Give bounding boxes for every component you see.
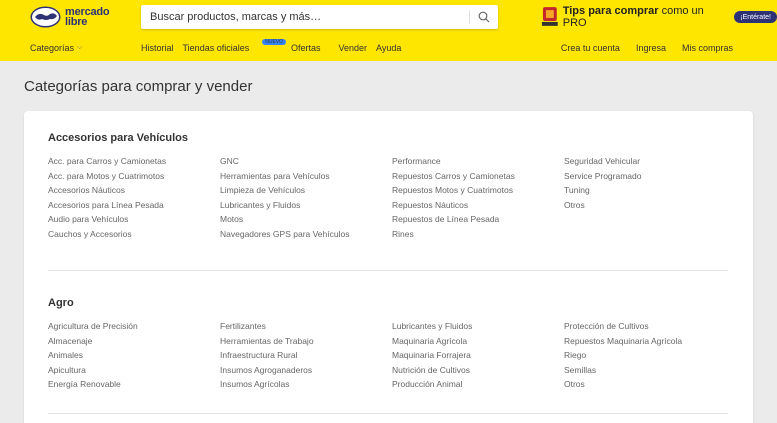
- promo-cta-button[interactable]: ¡Entérate!: [734, 11, 777, 23]
- subcategory-column: Lubricantes y Fluidos Maquinaria Agrícol…: [392, 319, 564, 389]
- subcategory-link[interactable]: Apicultura: [48, 363, 220, 378]
- search-icon: [478, 11, 490, 23]
- subcategory-column: Protección de Cultivos Repuestos Maquina…: [564, 319, 736, 389]
- subcategory-link[interactable]: Repuestos Náuticos: [392, 198, 564, 213]
- subcategory-link[interactable]: Repuestos Motos y Cuatrimotos: [392, 183, 564, 198]
- subcategory-column: Fertilizantes Herramientas de Trabajo In…: [220, 319, 392, 389]
- subcategory-link[interactable]: Motos: [220, 212, 392, 227]
- categories-label: Categorías: [30, 43, 75, 53]
- promo-bold-text: Tips para comprar: [562, 5, 659, 17]
- search-input[interactable]: [150, 5, 465, 29]
- subcategory-link[interactable]: Animales: [48, 348, 220, 363]
- subcategory-column: Seguridad Vehicular Service Programado T…: [564, 154, 736, 210]
- create-account-link[interactable]: Crea tu cuenta: [561, 43, 620, 53]
- subcategory-link[interactable]: Otros: [564, 198, 736, 213]
- section-divider: [48, 270, 728, 271]
- subcategory-link[interactable]: Maquinaria Forrajera: [392, 348, 564, 363]
- handshake-logo-icon: [30, 6, 61, 28]
- subcategory-link[interactable]: Agricultura de Precisión: [48, 319, 220, 334]
- subcategory-link[interactable]: Limpieza de Vehículos: [220, 183, 392, 198]
- subcategory-link[interactable]: Herramientas de Trabajo: [220, 334, 392, 349]
- logo-wordmark: mercado libre: [65, 7, 110, 28]
- subcategory-link[interactable]: GNC: [220, 154, 392, 169]
- subcategory-column: Acc. para Carros y Camionetas Acc. para …: [48, 154, 220, 239]
- logo-line-2: libre: [65, 16, 88, 28]
- subcategory-column: GNC Herramientas para Vehículos Limpieza…: [220, 154, 392, 239]
- subcategory-link[interactable]: Semillas: [564, 363, 736, 378]
- categories-card: Accesorios para Vehículos Acc. para Carr…: [24, 111, 753, 423]
- login-link[interactable]: Ingresa: [636, 43, 666, 53]
- subcategory-link[interactable]: Lubricantes y Fluidos: [392, 319, 564, 334]
- subcategory-link[interactable]: Nutrición de Cultivos: [392, 363, 564, 378]
- subcategory-link[interactable]: Tuning: [564, 183, 736, 198]
- subcategory-link[interactable]: Otros: [564, 377, 736, 392]
- subcategory-link[interactable]: Service Programado: [564, 169, 736, 184]
- subcategory-link[interactable]: Accesorios Náuticos: [48, 183, 220, 198]
- subcategory-link[interactable]: Herramientas para Vehículos: [220, 169, 392, 184]
- subcategory-link[interactable]: Repuestos Carros y Camionetas: [392, 169, 564, 184]
- subcategory-link[interactable]: Energía Renovable: [48, 377, 220, 392]
- page-title: Categorías para comprar y vender: [24, 78, 253, 95]
- subcategory-link[interactable]: Producción Animal: [392, 377, 564, 392]
- subcategory-link[interactable]: Riego: [564, 348, 736, 363]
- main-nav: Historial Tiendas oficiales NUEVO Ofertas…: [141, 39, 410, 54]
- nav-tiendas-oficiales[interactable]: Tiendas oficiales: [183, 43, 250, 54]
- subcategory-link[interactable]: Insumos Agrícolas: [220, 377, 392, 392]
- promo-tag-icon: [541, 7, 558, 26]
- section-title[interactable]: Agro: [48, 297, 728, 309]
- pro-tips-promo[interactable]: Tips para comprar como un PRO ¡Entérate!: [541, 5, 777, 29]
- subcategory-link[interactable]: Rines: [392, 227, 564, 242]
- subcategory-link[interactable]: Acc. para Carros y Camionetas: [48, 154, 220, 169]
- nav-ofertas[interactable]: NUEVO Ofertas: [258, 39, 329, 54]
- nav-ofertas-label: Ofertas: [291, 43, 321, 53]
- my-purchases-link[interactable]: Mis compras: [682, 43, 733, 53]
- section-divider: [48, 413, 728, 414]
- category-section-accesorios: Accesorios para Vehículos Acc. para Carr…: [48, 132, 728, 239]
- subcategory-link[interactable]: Accesorios para Línea Pesada: [48, 198, 220, 213]
- category-section-agro: Agro Agricultura de Precisión Almacenaje…: [48, 297, 728, 389]
- nav-historial[interactable]: Historial: [141, 43, 174, 54]
- promo-text: Tips para comprar como un PRO: [563, 5, 729, 29]
- subcategory-link[interactable]: Fertilizantes: [220, 319, 392, 334]
- subcategory-link[interactable]: Cauchos y Accesorios: [48, 227, 220, 242]
- nav-ayuda[interactable]: Ayuda: [376, 43, 401, 54]
- section-title[interactable]: Accesorios para Vehículos: [48, 132, 728, 144]
- mercadolibre-logo[interactable]: mercado libre: [30, 6, 110, 28]
- subcategory-grid: Agricultura de Precisión Almacenaje Anim…: [48, 319, 736, 389]
- chevron-down-icon: ⌵: [77, 44, 83, 51]
- subcategory-link[interactable]: Repuestos de Línea Pesada: [392, 212, 564, 227]
- subcategory-column: Performance Repuestos Carros y Camioneta…: [392, 154, 564, 239]
- subcategory-link[interactable]: Infraestructura Rural: [220, 348, 392, 363]
- subcategory-link[interactable]: Protección de Cultivos: [564, 319, 736, 334]
- subcategory-column: Agricultura de Precisión Almacenaje Anim…: [48, 319, 220, 389]
- subcategory-link[interactable]: Repuestos Maquinaria Agrícola: [564, 334, 736, 349]
- subcategory-link[interactable]: Navegadores GPS para Vehículos: [220, 227, 392, 242]
- subcategory-link[interactable]: Insumos Agroganaderos: [220, 363, 392, 378]
- subcategory-link[interactable]: Audio para Vehículos: [48, 212, 220, 227]
- subcategory-link[interactable]: Performance: [392, 154, 564, 169]
- subcategory-link[interactable]: Seguridad Vehicular: [564, 154, 736, 169]
- search-bar: [141, 5, 498, 29]
- search-button[interactable]: [470, 5, 498, 29]
- subcategory-link[interactable]: Almacenaje: [48, 334, 220, 349]
- subcategory-link[interactable]: Maquinaria Agrícola: [392, 334, 564, 349]
- subcategory-grid: Acc. para Carros y Camionetas Acc. para …: [48, 154, 736, 239]
- header: mercado libre Tips para comprar como un …: [0, 0, 777, 61]
- subcategory-link[interactable]: Lubricantes y Fluidos: [220, 198, 392, 213]
- account-nav: Crea tu cuenta Ingresa Mis compras: [545, 43, 733, 53]
- categories-dropdown[interactable]: Categorías ⌵: [30, 43, 82, 53]
- subcategory-link[interactable]: Acc. para Motos y Cuatrimotos: [48, 169, 220, 184]
- nav-vender[interactable]: Vender: [339, 43, 368, 54]
- new-badge: NUEVO: [262, 39, 286, 45]
